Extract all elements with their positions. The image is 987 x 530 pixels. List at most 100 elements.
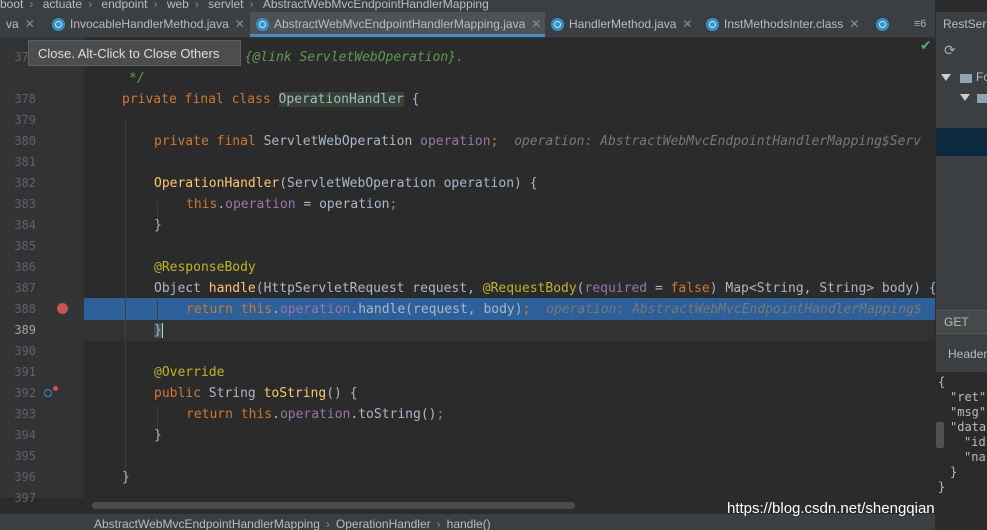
class-file-icon (256, 18, 269, 32)
json-line: } (938, 480, 946, 494)
tab-file[interactable] (870, 12, 900, 37)
override-marker-icon[interactable] (44, 389, 52, 397)
line-number: 390 (14, 344, 36, 358)
json-line: "na (964, 450, 986, 464)
code-line: this.operation = operation; (186, 197, 398, 212)
tab-file[interactable]: InvocableHandlerMethod.java ✕ (46, 12, 250, 37)
tab-overflow-menu-icon[interactable]: ≡6 (905, 12, 935, 37)
line-number: 391 (14, 365, 36, 379)
code-line: public String toString() { (154, 386, 358, 401)
code-line: */ (129, 68, 145, 89)
breadcrumb-item[interactable]: handle() (447, 517, 491, 530)
folder-icon (960, 74, 972, 83)
refresh-icon[interactable]: ⟳ (944, 42, 956, 59)
close-icon[interactable]: ✕ (849, 17, 859, 31)
line-number: 378 (14, 92, 36, 106)
expand-arrow-icon[interactable] (941, 74, 951, 81)
tree-node-label[interactable]: Fo (976, 70, 987, 84)
expand-arrow-icon[interactable] (960, 94, 970, 101)
line-number: 392 (14, 386, 36, 400)
debug-inline-value: operation: AbstractWebMvcEndpointHandler… (514, 134, 922, 149)
breadcrumb-item[interactable]: web (167, 0, 189, 10)
tab-file[interactable]: HandlerMethod.java ✕ (545, 12, 700, 37)
breadcrumb-separator-icon: › (436, 517, 441, 530)
line-number: 393 (14, 407, 36, 421)
tab-label: InstMethodsInter.class (724, 17, 844, 31)
json-line: } (950, 465, 958, 479)
debug-inline-value: operation: AbstractWebMvcEndpointHandler… (546, 302, 922, 317)
text-caret (161, 323, 163, 338)
breadcrumb-item[interactable]: AbstractWebMvcEndpointHandlerMapping (94, 517, 320, 530)
status-spacer (0, 514, 84, 530)
code-line: OperationHandler(ServletWebOperation ope… (154, 176, 538, 191)
close-icon[interactable]: ✕ (531, 17, 541, 31)
class-name[interactable]: OperationHandler (278, 92, 404, 107)
doc-comment: */ (129, 71, 145, 86)
folder-icon (977, 94, 987, 103)
http-method-select[interactable]: GET (936, 310, 987, 334)
json-line: "ret" (950, 390, 987, 404)
line-number: 397 (14, 491, 36, 505)
json-line: "msg" (950, 405, 987, 419)
inspection-ok-icon[interactable]: ✔ (920, 38, 932, 54)
json-line: "data (950, 420, 987, 434)
line-number: 384 (14, 218, 36, 232)
line-number: 388 (14, 302, 36, 316)
response-body: { "ret" "msg" "data "id "na } } (936, 372, 987, 530)
code-line: } (122, 470, 130, 485)
caret-line-highlight (84, 320, 935, 341)
tab-file[interactable]: InstMethodsInter.class ✕ (700, 12, 870, 37)
code-line: @Override (154, 365, 225, 380)
line-number: 381 (14, 155, 36, 169)
tab-label: AbstractWebMvcEndpointHandlerMapping.jav… (274, 17, 526, 31)
line-number-current: 389 (14, 323, 36, 337)
line-number: 380 (14, 134, 36, 148)
scrollbar-thumb[interactable] (92, 502, 575, 509)
code-line: Object handle(HttpServletRequest request… (154, 281, 937, 296)
breakpoint-icon[interactable] (57, 303, 68, 314)
breadcrumb-item[interactable]: boot (0, 0, 23, 10)
line-number: 396 (14, 470, 36, 484)
breadcrumb-item[interactable]: AbstractWebMvcEndpointHandlerMapping (263, 0, 489, 10)
code-line: a {@link ServletWebOperation}. (229, 47, 464, 68)
watermark-text: https://blog.csdn.net/shengqianfeng (727, 500, 964, 517)
tab-label: va (6, 17, 19, 31)
tab-file-active[interactable]: AbstractWebMvcEndpointHandlerMapping.jav… (250, 12, 545, 37)
line-number: 385 (14, 239, 36, 253)
class-file-icon (876, 18, 889, 32)
json-line: { (938, 375, 946, 389)
line-number: 394 (14, 428, 36, 442)
tab-label: InvocableHandlerMethod.java (70, 17, 229, 31)
tab-file[interactable]: va ✕ (0, 12, 46, 37)
code-line: } (154, 428, 162, 443)
code-line: private final ServletWebOperation operat… (154, 134, 922, 149)
breadcrumb-item[interactable]: servlet (208, 0, 243, 10)
indent-guide (125, 120, 126, 482)
close-icon[interactable]: ✕ (235, 17, 245, 31)
code-line: return this.operation.toString(); (186, 407, 445, 422)
tab-label: HandlerMethod.java (569, 17, 677, 31)
class-file-icon (52, 18, 65, 32)
close-icon[interactable]: ✕ (25, 17, 35, 31)
selected-tree-row[interactable] (936, 128, 987, 156)
line-number: 387 (14, 281, 36, 295)
code-line: @ResponseBody (154, 260, 256, 275)
navigation-breadcrumb: boot › actuate › endpoint › web › servlet › A… (0, 0, 935, 12)
breakpoint-small-icon[interactable] (53, 386, 58, 391)
line-number: 379 (14, 113, 36, 127)
line-number: 395 (14, 449, 36, 463)
headers-tab[interactable]: Header (948, 346, 987, 362)
breadcrumb-item[interactable]: OperationHandler (336, 517, 431, 530)
class-file-icon (706, 18, 719, 32)
line-number: 383 (14, 197, 36, 211)
code-line: private final class OperationHandler { (122, 92, 420, 107)
line-number: 386 (14, 260, 36, 274)
breadcrumb-separator-icon: › (325, 517, 330, 530)
close-tab-tooltip: Close. Alt-Click to Close Others (28, 40, 241, 66)
breadcrumb-item[interactable]: endpoint (101, 0, 147, 10)
service-tree (936, 72, 987, 310)
fold-marker-icon[interactable] (936, 422, 944, 448)
close-icon[interactable]: ✕ (682, 17, 692, 31)
breadcrumb-item[interactable]: actuate (43, 0, 82, 10)
line-number: 382 (14, 176, 36, 190)
